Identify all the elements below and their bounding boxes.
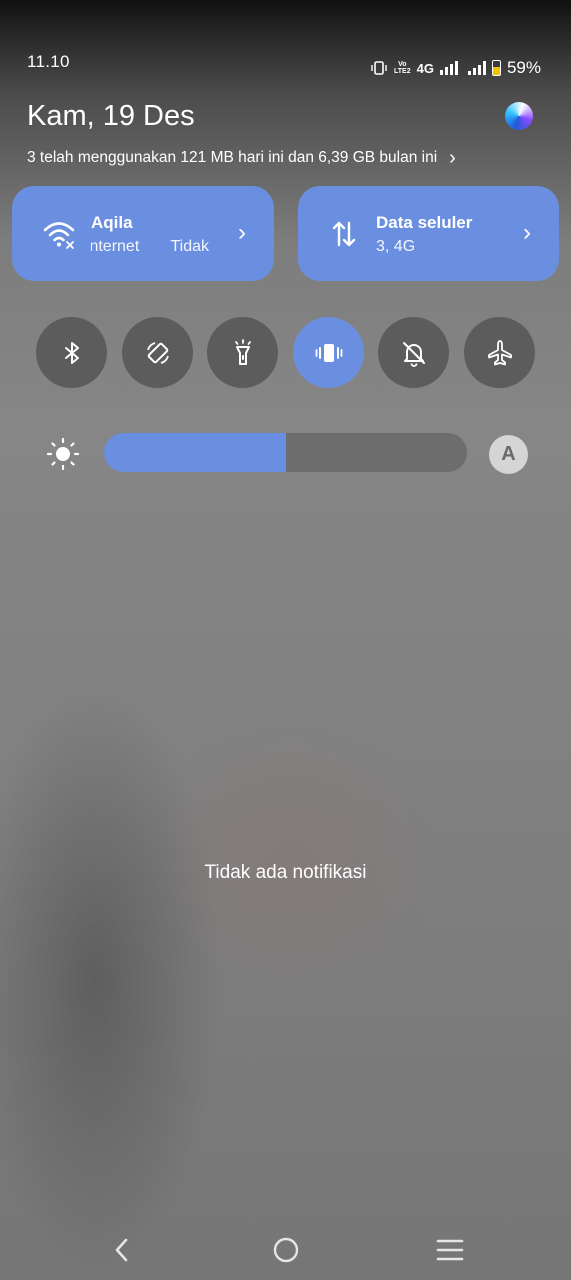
home-icon (273, 1237, 299, 1263)
wifi-network-name: Aqila (91, 213, 133, 232)
bluetooth-toggle[interactable] (36, 317, 107, 388)
wifi-status: Internet Tidak (91, 238, 215, 256)
auto-rotate-toggle[interactable] (122, 317, 193, 388)
brightness-row: A (46, 433, 536, 474)
theme-store-icon[interactable] (505, 102, 533, 130)
data-transfer-icon (332, 221, 356, 247)
flashlight-icon (234, 338, 251, 365)
status-icons: Vo LTE2 4G 59% (370, 58, 541, 78)
status-bar: 11.10 Vo LTE2 4G 59% (0, 0, 571, 100)
vibrate-status-icon (371, 61, 387, 75)
wifi-chevron-icon[interactable]: › (238, 221, 246, 245)
wifi-icon (43, 222, 75, 249)
date-label: Kam, 19 Des (27, 100, 195, 132)
back-icon (115, 1238, 128, 1262)
airplane-icon (487, 339, 512, 365)
no-notifications-text: Tidak ada notifikasi (204, 862, 367, 883)
signal-1-icon (439, 61, 458, 75)
brightness-icon (46, 437, 80, 471)
mobile-data-tile[interactable]: Data seluler 3, 4G › (298, 186, 559, 281)
back-button[interactable] (102, 1235, 142, 1265)
airplane-mode-toggle[interactable] (464, 317, 535, 388)
vibrate-toggle[interactable] (293, 317, 364, 388)
vibrate-icon (315, 343, 342, 362)
network-type: 4G (416, 60, 434, 76)
bell-off-icon (402, 341, 425, 367)
wifi-tile[interactable]: Aqila Internet Tidak › (12, 186, 274, 281)
rotate-icon (146, 341, 169, 364)
volte-top-label: Vo (398, 61, 407, 68)
menu-icon (436, 1239, 464, 1261)
brightness-slider-fill (104, 433, 286, 472)
auto-brightness-button[interactable]: A (489, 435, 528, 474)
volte-indicator: Vo LTE2 (394, 61, 411, 75)
volte-bottom-label: LTE2 (394, 68, 411, 75)
data-usage-text: 3 telah menggunakan 121 MB hari ini dan … (27, 149, 438, 166)
battery-icon (491, 60, 501, 76)
battery-percentage: 59% (506, 58, 541, 77)
home-button[interactable] (266, 1235, 306, 1265)
clock: 11.10 (27, 52, 70, 71)
recents-button[interactable] (430, 1235, 470, 1265)
mobile-data-status: 3, 4G (376, 238, 416, 255)
wifi-status-left: Internet (91, 238, 140, 255)
brightness-slider[interactable] (104, 433, 467, 472)
mobile-data-chevron-icon[interactable]: › (523, 221, 531, 245)
chevron-right-icon: › (449, 147, 456, 169)
flashlight-toggle[interactable] (207, 317, 278, 388)
mobile-data-title: Data seluler (376, 213, 473, 232)
bluetooth-icon (64, 341, 79, 364)
wifi-status-right: Tidak (170, 238, 209, 255)
do-not-disturb-toggle[interactable] (378, 317, 449, 388)
data-usage-row[interactable]: 3 telah menggunakan 121 MB hari ini dan … (27, 147, 456, 169)
quick-toggles (36, 317, 536, 389)
signal-2-icon (467, 61, 486, 75)
navigation-bar (0, 1215, 571, 1280)
